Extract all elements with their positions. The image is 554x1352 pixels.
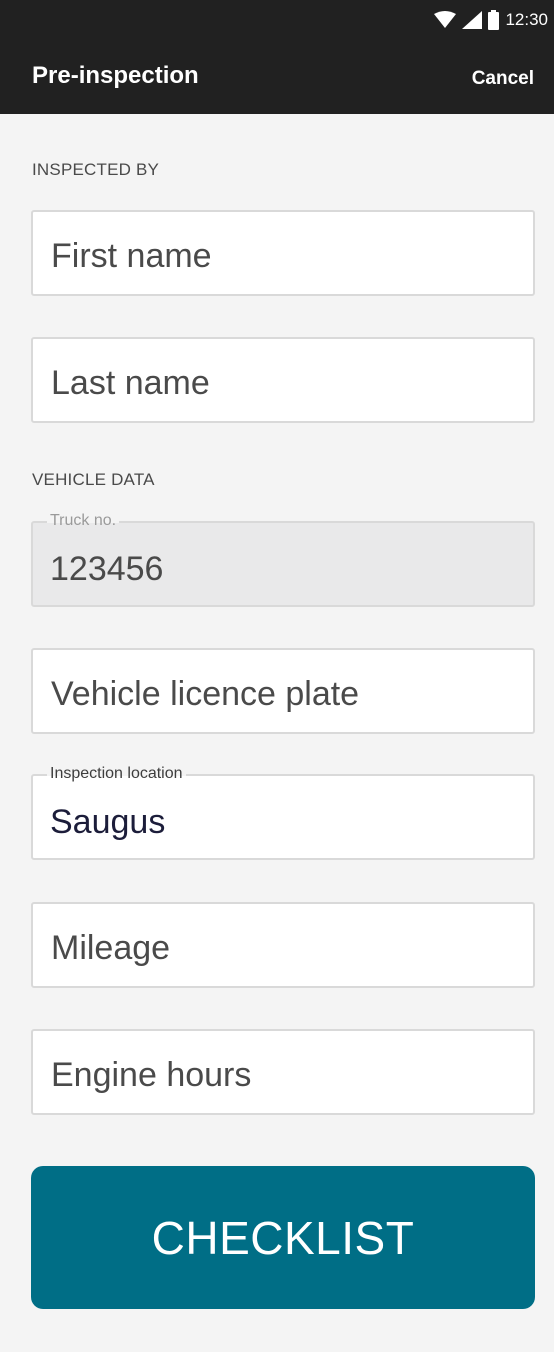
wifi-icon (434, 11, 457, 29)
signal-icon (462, 11, 483, 29)
section-label-inspected-by: INSPECTED BY (32, 160, 160, 179)
checklist-button[interactable]: CHECKLIST (31, 1166, 535, 1309)
status-icons: 12:30 (434, 8, 548, 32)
section-label-vehicle-data: VEHICLE DATA (32, 470, 155, 489)
engine-hours-placeholder: Engine hours (51, 1056, 252, 1094)
app-bar: Pre-inspection Cancel (0, 40, 554, 114)
mileage-placeholder: Mileage (51, 929, 171, 967)
mileage-field[interactable]: Mileage (31, 902, 535, 988)
cancel-button[interactable]: Cancel (472, 68, 534, 90)
inspection-location-value: Saugus (50, 803, 166, 841)
first-name-placeholder: First name (51, 237, 212, 275)
page-title: Pre-inspection (32, 62, 199, 89)
truck-number-label: Truck no. (47, 512, 120, 530)
licence-plate-placeholder: Vehicle licence plate (51, 675, 360, 713)
first-name-field[interactable]: First name (31, 210, 535, 296)
status-time: 12:30 (505, 10, 548, 29)
last-name-field[interactable]: Last name (31, 337, 535, 423)
status-bar: 12:30 (0, 0, 554, 40)
last-name-placeholder: Last name (51, 364, 210, 402)
inspection-location-label: Inspection location (47, 765, 186, 783)
battery-icon (488, 10, 500, 30)
truck-number-value: 123456 (50, 550, 164, 588)
truck-number-field: Truck no. 123456 (31, 512, 535, 607)
engine-hours-field[interactable]: Engine hours (31, 1029, 535, 1115)
checklist-button-label: CHECKLIST (151, 1211, 415, 1264)
licence-plate-field[interactable]: Vehicle licence plate (31, 648, 535, 734)
inspection-location-field[interactable]: Inspection location Saugus (31, 765, 535, 860)
